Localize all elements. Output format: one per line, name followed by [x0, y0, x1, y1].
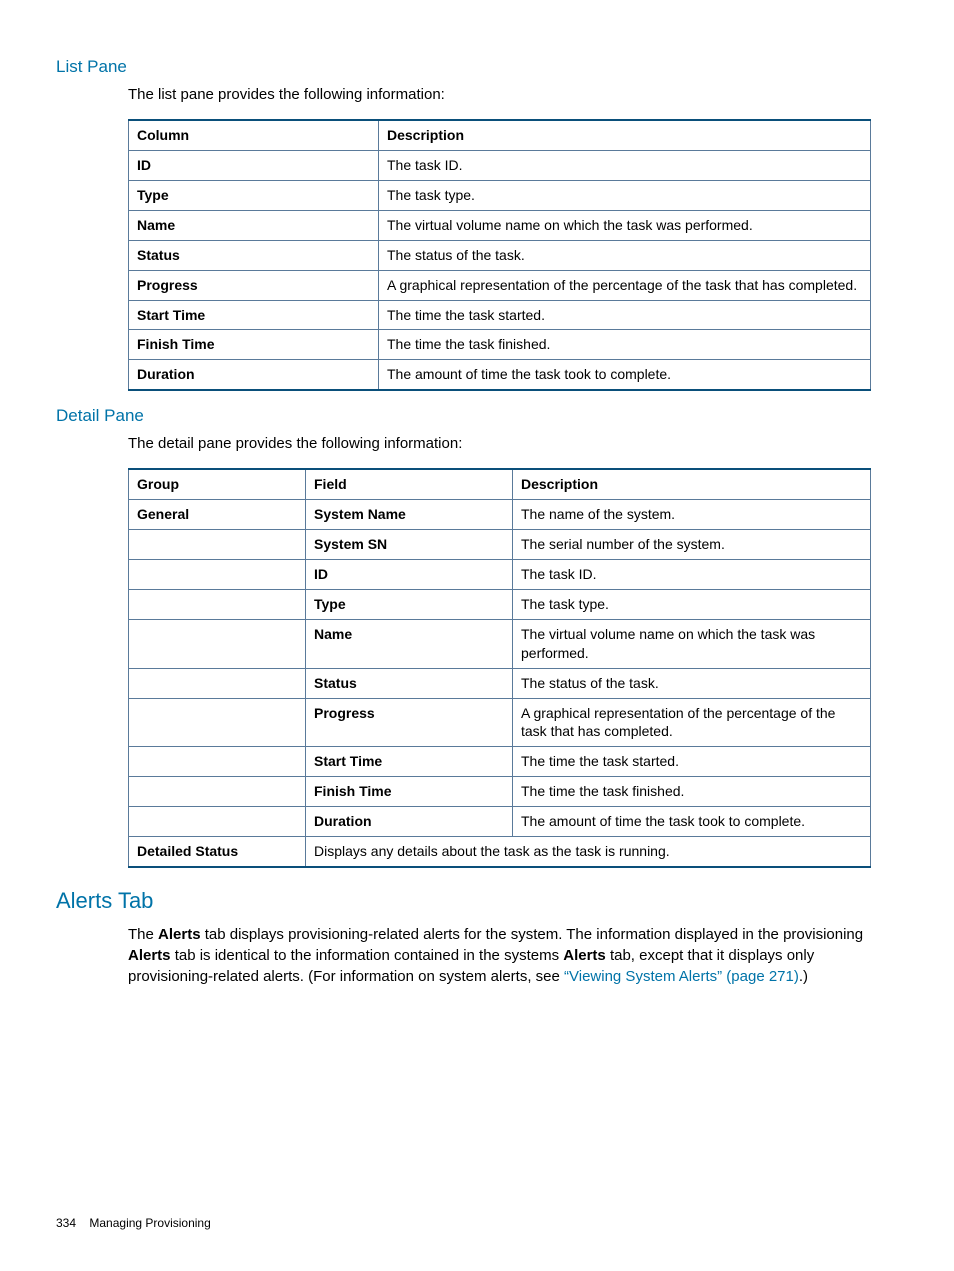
cell-group	[129, 560, 306, 590]
bold-text: Alerts	[158, 926, 201, 943]
table-row: DurationThe amount of time the task took…	[129, 807, 871, 837]
table-header-row: Column Description	[129, 120, 871, 150]
table-row: StatusThe status of the task.	[129, 240, 871, 270]
table-row: GeneralSystem NameThe name of the system…	[129, 500, 871, 530]
cell-group	[129, 619, 306, 668]
page-footer: 334 Managing Provisioning	[56, 1215, 211, 1231]
cell-field: System SN	[306, 530, 513, 560]
cell-col: Duration	[129, 360, 379, 390]
cell-col: Status	[129, 240, 379, 270]
cell-field: Start Time	[306, 747, 513, 777]
cell-col: ID	[129, 151, 379, 181]
table-row: IDThe task ID.	[129, 151, 871, 181]
page-number: 334	[56, 1216, 76, 1230]
text: The	[128, 926, 158, 943]
chapter-title: Managing Provisioning	[89, 1216, 210, 1230]
paragraph-alerts-tab: The Alerts tab displays provisioning-rel…	[128, 924, 870, 987]
cell-desc: The serial number of the system.	[513, 530, 871, 560]
cell-desc: The virtual volume name on which the tas…	[379, 210, 871, 240]
cell-desc: The time the task started.	[513, 747, 871, 777]
cell-group	[129, 747, 306, 777]
text: .)	[799, 968, 808, 985]
text: tab is identical to the information cont…	[171, 947, 564, 964]
table-row: NameThe virtual volume name on which the…	[129, 210, 871, 240]
table-list-pane: Column Description IDThe task ID. TypeTh…	[128, 119, 871, 391]
cell-field: ID	[306, 560, 513, 590]
xref-viewing-system-alerts[interactable]: “Viewing System Alerts” (page 271)	[564, 968, 799, 985]
cell-field: Type	[306, 589, 513, 619]
cell-group	[129, 807, 306, 837]
bold-text: Alerts	[563, 947, 606, 964]
cell-desc: The amount of time the task took to comp…	[513, 807, 871, 837]
cell-desc: The time the task finished.	[379, 330, 871, 360]
cell-group: Detailed Status	[129, 836, 306, 866]
th-group: Group	[129, 469, 306, 499]
table-row: Start TimeThe time the task started.	[129, 747, 871, 777]
table-row: IDThe task ID.	[129, 560, 871, 590]
text: tab displays provisioning-related alerts…	[201, 926, 864, 943]
cell-group	[129, 668, 306, 698]
intro-list-pane: The list pane provides the following inf…	[128, 85, 870, 105]
cell-desc: The time the task started.	[379, 300, 871, 330]
cell-col: Name	[129, 210, 379, 240]
table-row: TypeThe task type.	[129, 180, 871, 210]
th-description: Description	[513, 469, 871, 499]
table-row: Start TimeThe time the task started.	[129, 300, 871, 330]
table-header-row: Group Field Description	[129, 469, 871, 499]
cell-group	[129, 589, 306, 619]
cell-desc: The task type.	[379, 180, 871, 210]
table-detail-pane: Group Field Description GeneralSystem Na…	[128, 468, 871, 867]
table-row: System SNThe serial number of the system…	[129, 530, 871, 560]
table-row: Detailed Status Displays any details abo…	[129, 836, 871, 866]
heading-detail-pane: Detail Pane	[56, 405, 870, 428]
cell-field: Duration	[306, 807, 513, 837]
heading-alerts-tab: Alerts Tab	[56, 886, 870, 916]
cell-group: General	[129, 500, 306, 530]
cell-desc: The status of the task.	[379, 240, 871, 270]
cell-span: Displays any details about the task as t…	[306, 836, 871, 866]
intro-detail-pane: The detail pane provides the following i…	[128, 434, 870, 454]
table-row: ProgressA graphical representation of th…	[129, 698, 871, 747]
cell-desc: The virtual volume name on which the tas…	[513, 619, 871, 668]
cell-desc: The name of the system.	[513, 500, 871, 530]
th-description: Description	[379, 120, 871, 150]
cell-col: Finish Time	[129, 330, 379, 360]
cell-col: Progress	[129, 270, 379, 300]
cell-field: System Name	[306, 500, 513, 530]
cell-field: Name	[306, 619, 513, 668]
cell-desc: A graphical representation of the percen…	[513, 698, 871, 747]
cell-desc: The task type.	[513, 589, 871, 619]
table-row: Finish TimeThe time the task finished.	[129, 777, 871, 807]
cell-group	[129, 698, 306, 747]
cell-desc: The time the task finished.	[513, 777, 871, 807]
cell-group	[129, 777, 306, 807]
cell-group	[129, 530, 306, 560]
cell-field: Status	[306, 668, 513, 698]
bold-text: Alerts	[128, 947, 171, 964]
cell-col: Type	[129, 180, 379, 210]
table-row: NameThe virtual volume name on which the…	[129, 619, 871, 668]
th-column: Column	[129, 120, 379, 150]
table-row: StatusThe status of the task.	[129, 668, 871, 698]
th-field: Field	[306, 469, 513, 499]
cell-desc: The task ID.	[379, 151, 871, 181]
heading-list-pane: List Pane	[56, 56, 870, 79]
table-row: DurationThe amount of time the task took…	[129, 360, 871, 390]
table-row: Finish TimeThe time the task finished.	[129, 330, 871, 360]
table-row: TypeThe task type.	[129, 589, 871, 619]
cell-field: Progress	[306, 698, 513, 747]
cell-col: Start Time	[129, 300, 379, 330]
cell-desc: The status of the task.	[513, 668, 871, 698]
cell-desc: The amount of time the task took to comp…	[379, 360, 871, 390]
table-row: ProgressA graphical representation of th…	[129, 270, 871, 300]
cell-desc: A graphical representation of the percen…	[379, 270, 871, 300]
cell-field: Finish Time	[306, 777, 513, 807]
cell-desc: The task ID.	[513, 560, 871, 590]
